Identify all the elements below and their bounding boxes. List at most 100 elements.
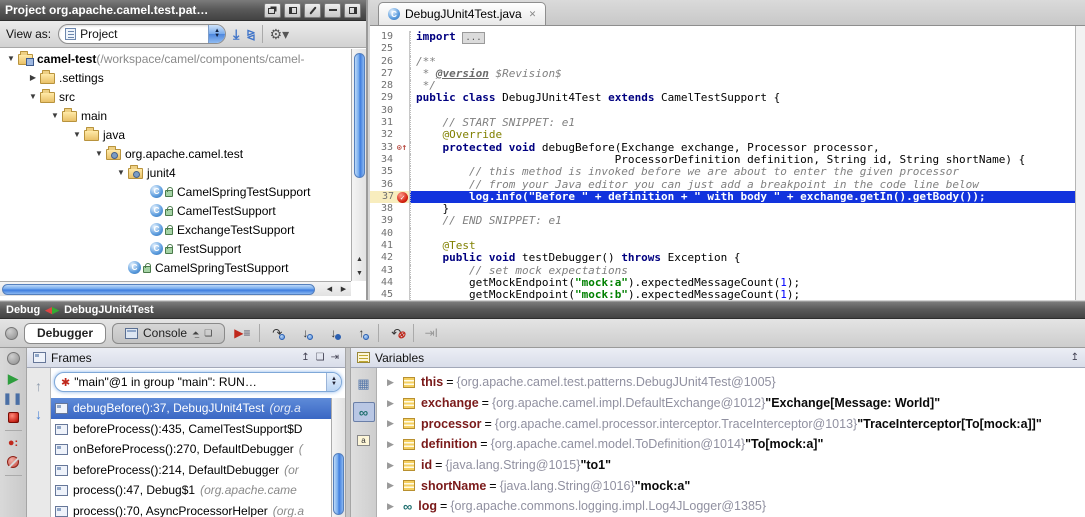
variable-row-id[interactable]: ▶id={java.lang.String@1015}"to1" bbox=[377, 455, 1085, 476]
tree-item-TestSupport[interactable]: CTestSupport bbox=[0, 239, 351, 258]
type-view-button[interactable]: a bbox=[353, 430, 375, 450]
float-window-button[interactable] bbox=[264, 3, 281, 18]
tree-item-CamelTestSupport[interactable]: CCamelTestSupport bbox=[0, 201, 351, 220]
tree-expander[interactable]: ▼ bbox=[70, 130, 84, 139]
variable-row-log[interactable]: ▶∞log={org.apache.commons.logging.impl.L… bbox=[377, 496, 1085, 517]
mute-breakpoints-button[interactable] bbox=[7, 456, 19, 468]
hscroll-thumb[interactable] bbox=[2, 284, 315, 295]
tree-expander[interactable]: ▼ bbox=[114, 168, 128, 177]
code-line-19[interactable]: 19import ... bbox=[370, 31, 1075, 43]
variable-row-shortName[interactable]: ▶shortName={java.lang.String@1016}"mock:… bbox=[377, 475, 1085, 496]
expand-arrow-icon[interactable]: ▶ bbox=[387, 460, 403, 471]
dock-window-button[interactable] bbox=[284, 3, 301, 18]
tree-expander[interactable]: ▼ bbox=[48, 111, 62, 120]
thread-stepper[interactable]: ▲▼ bbox=[326, 373, 341, 391]
expand-arrow-icon[interactable]: ▶ bbox=[387, 501, 403, 512]
expand-arrow-icon[interactable]: ▶ bbox=[387, 377, 403, 388]
tree-item-org.apache.camel.test[interactable]: ▼org.apache.camel.test bbox=[0, 144, 351, 163]
previous-frame-button[interactable]: ↑ bbox=[35, 378, 42, 394]
variable-row-exchange[interactable]: ▶exchange={org.apache.camel.impl.Default… bbox=[377, 393, 1085, 414]
editor-body[interactable]: 19import ...2526/**27 * @version $Revisi… bbox=[370, 26, 1085, 300]
tree-item-CamelSpringTestSupport[interactable]: CCamelSpringTestSupport bbox=[0, 258, 351, 277]
view-breakpoints-button[interactable]: ●: bbox=[8, 438, 18, 449]
tree-item-camel-test[interactable]: ▼camel-test (/workspace/camel/components… bbox=[0, 49, 351, 68]
tree-item-src[interactable]: ▼src bbox=[0, 87, 351, 106]
step-into-button[interactable]: ↓ bbox=[294, 324, 316, 342]
expand-arrow-icon[interactable]: ▶ bbox=[387, 439, 403, 450]
frame-row[interactable]: onBeforeProcess():270, DefaultDebugger ( bbox=[51, 439, 331, 460]
pop-frame-button[interactable]: ↶⊗ bbox=[385, 324, 407, 342]
autoscroll-to-source-button[interactable]: ⤓ bbox=[233, 26, 239, 43]
frame-row[interactable]: process():70, AsyncProcessorHelper (org.… bbox=[51, 501, 331, 517]
project-vertical-scrollbar[interactable]: ▲ ▼ bbox=[351, 49, 366, 281]
pause-button[interactable]: ❚❚ bbox=[3, 392, 23, 405]
collapse-all-button[interactable]: ⧎ bbox=[246, 28, 254, 41]
code-line-40[interactable]: 40 bbox=[370, 228, 1075, 240]
scroll-left-button[interactable]: ◀ bbox=[322, 282, 337, 297]
code-line-37[interactable]: 37✓ log.info("Before " + definition + " … bbox=[370, 191, 1075, 203]
tree-item-main[interactable]: ▼main bbox=[0, 106, 351, 125]
frame-row[interactable]: beforeProcess():435, CamelTestSupport$D bbox=[51, 419, 331, 440]
tab-debugger[interactable]: Debugger bbox=[24, 323, 106, 344]
variable-row-definition[interactable]: ▶definition={org.apache.camel.model.ToDe… bbox=[377, 434, 1085, 455]
tree-item-junit4[interactable]: ▼junit4 bbox=[0, 163, 351, 182]
scroll-down-button[interactable]: ▼ bbox=[352, 267, 367, 281]
tree-item-java[interactable]: ▼java bbox=[0, 125, 351, 144]
scroll-right-button[interactable]: ▶ bbox=[336, 282, 351, 297]
show-execution-point-button[interactable]: ▶≡ bbox=[231, 324, 253, 342]
frame-row[interactable]: process():47, Debug$1 (org.apache.came bbox=[51, 480, 331, 501]
settings-gear-button[interactable]: ⚙▾ bbox=[270, 26, 290, 43]
pin-window-button[interactable] bbox=[304, 3, 321, 18]
tree-item-CamelSpringTestSupport[interactable]: CCamelSpringTestSupport bbox=[0, 182, 351, 201]
float-panel-icon[interactable]: ❏ bbox=[316, 352, 325, 363]
code-line-29[interactable]: 29public class DebugJUnit4Test extends C… bbox=[370, 92, 1075, 104]
tree-expander[interactable]: ▼ bbox=[26, 92, 40, 101]
thread-selector[interactable]: ✱ "main"@1 in group "main": RUN… ▲▼ bbox=[54, 372, 342, 392]
breakpoint-icon[interactable]: ✓ bbox=[397, 192, 408, 203]
tree-item-.settings[interactable]: ▶.settings bbox=[0, 68, 351, 87]
project-horizontal-scrollbar[interactable]: ◀ ▶ bbox=[0, 281, 351, 296]
step-out-button[interactable]: ↑ bbox=[350, 324, 372, 342]
restore-layout-icon[interactable]: ↥ bbox=[1071, 352, 1079, 363]
console-export-icon[interactable]: ⏶̲ bbox=[192, 328, 199, 339]
select-stepper[interactable]: ▲▼ bbox=[208, 25, 225, 43]
tree-item-ExchangeTestSupport[interactable]: CExchangeTestSupport bbox=[0, 220, 351, 239]
variable-row-processor[interactable]: ▶processor={org.apache.camel.processor.i… bbox=[377, 413, 1085, 434]
restore-layout-icon[interactable]: ↥ bbox=[301, 352, 309, 363]
tree-expander[interactable]: ▼ bbox=[4, 54, 18, 63]
overriding-method-icon[interactable]: ↑ bbox=[395, 142, 409, 154]
code-line-39[interactable]: 39 // END SNIPPET: e1 bbox=[370, 215, 1075, 227]
code-line-45[interactable]: 45 getMockEndpoint("mock:b").expectedMes… bbox=[370, 289, 1075, 300]
next-frame-button[interactable]: ↓ bbox=[35, 406, 42, 422]
watches-toggle-button[interactable]: ∞ bbox=[353, 402, 375, 422]
stop-button[interactable] bbox=[8, 412, 19, 423]
run-to-cursor-button[interactable]: ⇥I bbox=[420, 324, 442, 342]
tree-expander[interactable]: ▼ bbox=[92, 149, 106, 158]
force-step-into-button[interactable]: ↓ bbox=[322, 324, 344, 342]
frame-row[interactable]: debugBefore():37, DebugJUnit4Test (org.a bbox=[51, 398, 331, 419]
tab-console[interactable]: Console ⏶̲ ❏ bbox=[112, 323, 225, 344]
variable-row-this[interactable]: ▶this={org.apache.camel.test.patterns.De… bbox=[377, 372, 1085, 393]
vscroll-thumb[interactable] bbox=[354, 53, 365, 178]
error-stripe[interactable] bbox=[1075, 26, 1085, 300]
resume-button[interactable]: ▶ bbox=[8, 372, 18, 385]
frame-row[interactable]: beforeProcess():214, DefaultDebugger (or bbox=[51, 460, 331, 481]
frames-scroll-thumb[interactable] bbox=[333, 453, 344, 515]
expand-arrow-icon[interactable]: ▶ bbox=[387, 480, 403, 491]
expand-arrow-icon[interactable]: ▶ bbox=[387, 398, 403, 409]
editor-tab-debugjunit4test[interactable]: C DebugJUnit4Test.java ✕ bbox=[378, 2, 546, 25]
code-line-27[interactable]: 27 * @version $Revision$ bbox=[370, 68, 1075, 80]
step-over-button[interactable]: ↷ bbox=[266, 324, 288, 342]
frames-scrollbar[interactable] bbox=[331, 398, 345, 517]
close-tab-icon[interactable]: ✕ bbox=[529, 9, 537, 20]
code-line-25[interactable]: 25 bbox=[370, 43, 1075, 55]
scroll-up-button[interactable]: ▲ bbox=[352, 253, 367, 267]
minimize-window-button[interactable] bbox=[324, 3, 341, 18]
view-as-select[interactable]: Project ▲▼ bbox=[58, 24, 226, 44]
hide-panel-icon[interactable]: ⇥ bbox=[331, 352, 339, 363]
expand-arrow-icon[interactable]: ▶ bbox=[387, 418, 403, 429]
tree-expander[interactable]: ▶ bbox=[26, 73, 40, 82]
evaluate-expression-button[interactable]: ▦ bbox=[353, 374, 375, 394]
hide-window-button[interactable] bbox=[344, 3, 361, 18]
console-float-icon[interactable]: ❏ bbox=[204, 328, 212, 339]
